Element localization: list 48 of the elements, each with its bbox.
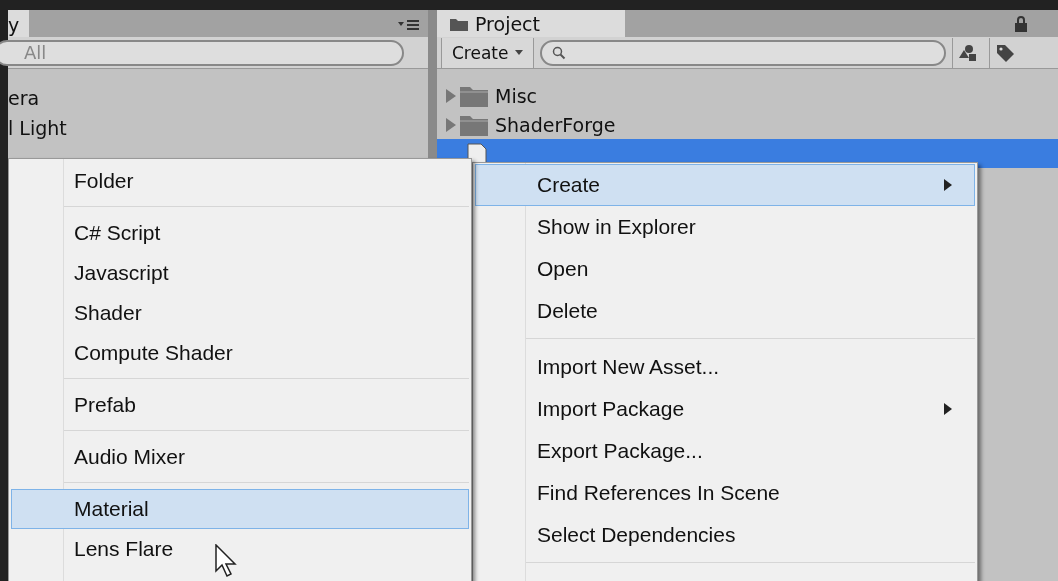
menu-item[interactable]: C# Script (11, 213, 469, 253)
menu-item-label: Import Package (537, 397, 685, 421)
hierarchy-tab[interactable]: y (8, 10, 30, 37)
search-icon (551, 45, 566, 60)
menu-item[interactable]: Open (475, 248, 975, 290)
caret-icon (514, 49, 523, 56)
asset-row[interactable]: Misc (437, 81, 1058, 110)
asset-row[interactable]: ShaderForge (437, 110, 1058, 139)
menu-item[interactable]: Prefab (11, 385, 469, 425)
menu-item-label: Select Dependencies (537, 523, 736, 547)
search-field[interactable] (539, 39, 946, 66)
expand-arrow-icon[interactable] (445, 116, 457, 133)
menu-item[interactable]: Export Package... (475, 430, 975, 472)
tab-label: Project (475, 12, 540, 35)
tag-icon (994, 42, 1015, 63)
menu-item-label: Open (537, 257, 589, 281)
asset-name: Misc (495, 84, 538, 107)
create-button[interactable]: Create (441, 37, 534, 68)
hierarchy-item[interactable]: l Light (8, 113, 428, 143)
project-tab[interactable]: Project (437, 10, 625, 37)
menu-item[interactable]: Select Dependencies (475, 514, 975, 556)
menu-item-label: Show in Explorer (537, 215, 696, 239)
menu-item-label: Export Package... (537, 439, 703, 463)
menu-item[interactable]: Material (11, 489, 469, 529)
lock-icon[interactable] (1014, 15, 1028, 32)
expand-arrow-icon[interactable] (445, 87, 457, 104)
menu-item[interactable]: Delete (475, 290, 975, 332)
hierarchy-item[interactable]: era (8, 83, 428, 113)
menu-item[interactable]: Folder (11, 161, 469, 201)
menu-item-label: Delete (537, 299, 598, 323)
menu-item[interactable]: Audio Mixer (11, 437, 469, 477)
shapes-icon (957, 43, 978, 62)
menu-item[interactable]: Shader (11, 293, 469, 333)
asset-name: ShaderForge (495, 113, 616, 136)
menu-item-label: Create (537, 173, 601, 197)
menu-item[interactable]: Import New Asset... (475, 346, 975, 388)
menu-item[interactable]: Show in Explorer (475, 206, 975, 248)
menu-item[interactable]: Find References In Scene (475, 472, 975, 514)
menu-item[interactable]: Import Package (475, 388, 975, 430)
menu-item[interactable]: Javascript (11, 253, 469, 293)
menu-item[interactable]: Lens Flare (11, 529, 469, 569)
menu-item-label: Import New Asset... (537, 355, 720, 379)
file-icon (467, 142, 487, 165)
menu-item-label: Find References In Scene (537, 481, 780, 505)
panel-menu-icon[interactable] (398, 17, 420, 30)
menu-item[interactable]: Create (475, 164, 975, 206)
cursor-icon (215, 544, 239, 578)
menu-item[interactable]: Compute Shader (11, 333, 469, 373)
